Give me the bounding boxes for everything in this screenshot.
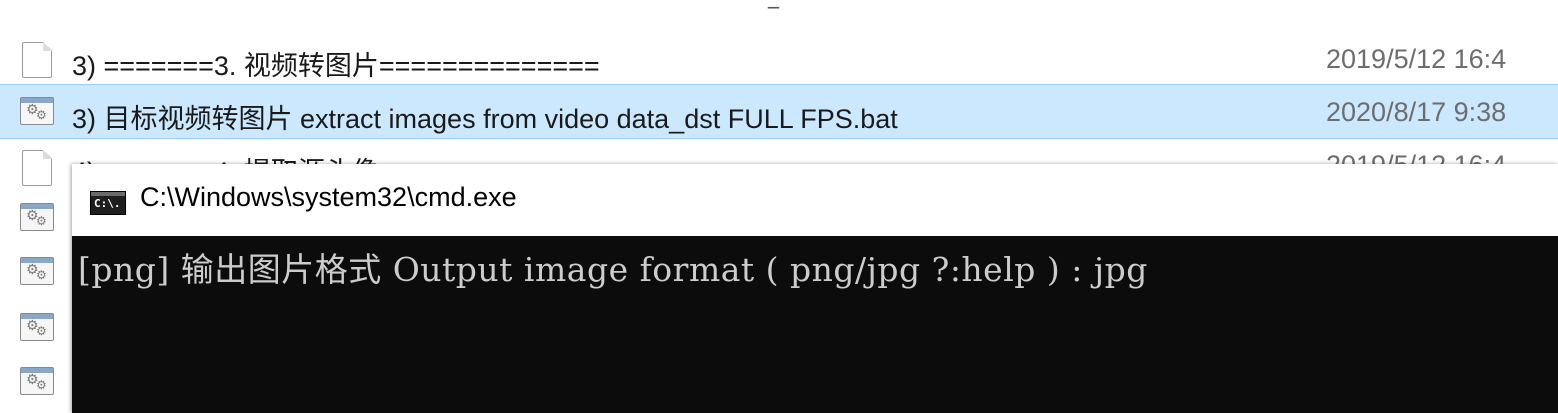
file-name: 3) =======3. 视频转图片============== bbox=[72, 51, 600, 81]
cmd-icon-label: C:\. bbox=[94, 197, 121, 210]
file-date: 2020/8/17 9:38 bbox=[1326, 97, 1507, 127]
file-date: 2019/5/12 16:4 bbox=[1326, 44, 1507, 74]
file-row-extract-images-bat[interactable]: ⚙ ⚙ 3) 目标视频转图片 extract images from video… bbox=[0, 84, 1558, 139]
screen: - _ 3) =======3. 视频转图片============== 201… bbox=[0, 0, 1558, 413]
cmd-titlebar[interactable]: C:\. C:\Windows\system32\cmd.exe bbox=[72, 164, 1558, 236]
batch-file-icon[interactable]: ⚙ ⚙ bbox=[20, 257, 54, 285]
console-output[interactable]: [png] 输出图片格式 Output image format ( png/j… bbox=[72, 236, 1558, 413]
gear-icon: ⚙ bbox=[36, 324, 47, 338]
file-icon bbox=[22, 150, 52, 186]
clipped-row-above: - _ bbox=[0, 0, 1558, 26]
gear-icon: ⚙ bbox=[36, 108, 47, 122]
gear-icon: ⚙ bbox=[36, 268, 47, 282]
batch-file-icon[interactable]: ⚙ ⚙ bbox=[20, 203, 54, 231]
file-row-3-separator[interactable]: 3) =======3. 视频转图片============== 2019/5/… bbox=[0, 33, 1558, 88]
gear-icon: ⚙ bbox=[36, 378, 47, 392]
console-prompt-line: [png] 输出图片格式 Output image format ( png/j… bbox=[78, 250, 1148, 289]
file-name: 3) 目标视频转图片 extract images from video dat… bbox=[72, 104, 898, 134]
batch-file-icon[interactable]: ⚙ ⚙ bbox=[20, 313, 54, 341]
cmd-icon: C:\. bbox=[90, 191, 126, 215]
cmd-window[interactable]: C:\. C:\Windows\system32\cmd.exe [png] 输… bbox=[72, 164, 1558, 413]
cmd-title: C:\Windows\system32\cmd.exe bbox=[140, 182, 517, 212]
file-icon bbox=[22, 42, 52, 78]
batch-file-icon: ⚙ ⚙ bbox=[20, 97, 54, 125]
batch-file-icon[interactable]: ⚙ ⚙ bbox=[20, 367, 54, 395]
gear-icon: ⚙ bbox=[36, 214, 47, 228]
